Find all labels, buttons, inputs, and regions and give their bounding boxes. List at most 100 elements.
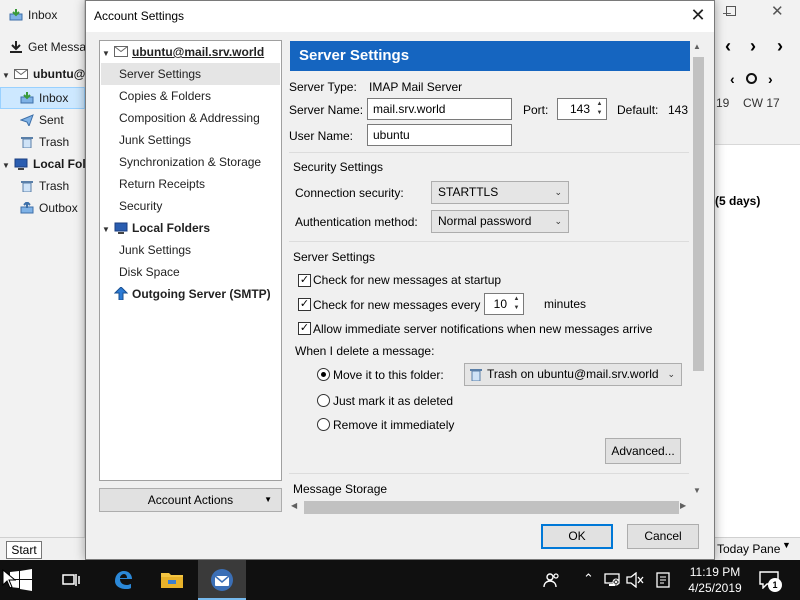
ok-button[interactable]: OK	[541, 524, 613, 549]
allow-notifications-checkbox[interactable]: ✓	[298, 322, 311, 335]
prev-week-icon[interactable]: ‹	[730, 71, 735, 87]
pane-header: Server Settings	[290, 41, 690, 71]
delete-message-label: When I delete a message:	[295, 344, 435, 358]
server-name-label: Server Name:	[289, 103, 364, 117]
port-field[interactable]: 143 ▲ ▼	[557, 98, 607, 120]
next-nav-icon[interactable]: ›	[750, 36, 756, 57]
move-to-folder-radio[interactable]	[317, 368, 330, 381]
people-icon[interactable]	[543, 571, 561, 589]
authentication-method-select[interactable]: Normal password ⌄	[431, 210, 569, 233]
today-pane-toggle[interactable]: Today Pane	[717, 542, 780, 556]
folder-inbox[interactable]: Inbox	[20, 87, 68, 109]
advanced-button[interactable]: Advanced...	[605, 438, 681, 464]
tree-synchronization-storage[interactable]: Synchronization & Storage	[119, 151, 261, 173]
scroll-down-icon[interactable]: ▼	[693, 486, 701, 495]
check-every-checkbox[interactable]: ✓	[298, 298, 311, 311]
tree-junk-settings[interactable]: Junk Settings	[119, 129, 191, 151]
tree-server-settings[interactable]: Server Settings	[101, 63, 280, 85]
radio-selected-dot	[321, 372, 326, 377]
authentication-method-label: Authentication method:	[295, 215, 418, 229]
folder-local-trash[interactable]: Trash	[20, 175, 69, 197]
today-icon[interactable]	[746, 73, 757, 84]
dialog-title-bar: Account Settings ✕	[86, 1, 714, 32]
next-week-icon[interactable]: ›	[768, 71, 773, 87]
mail-account-icon	[14, 69, 28, 79]
check-startup-label: Check for new messages at startup	[313, 273, 502, 287]
user-name-field[interactable]: ubuntu	[367, 124, 512, 146]
chevron-up-icon[interactable]: ⌃	[583, 571, 594, 587]
folder-sent[interactable]: Sent	[20, 109, 64, 131]
folder-trash[interactable]: Trash	[20, 131, 69, 153]
calendar-week-label: CW 17	[743, 96, 780, 110]
close-icon[interactable]: ✕	[686, 5, 710, 27]
tree-return-receipts[interactable]: Return Receipts	[119, 173, 205, 195]
clock-date: 4/25/2019	[688, 581, 742, 595]
remove-immediately-label: Remove it immediately	[333, 418, 455, 432]
tree-disk-space[interactable]: Disk Space	[119, 261, 180, 283]
trash-folder-select[interactable]: Trash on ubuntu@mail.srv.world ⌄	[464, 363, 682, 386]
default-port-label: Default:	[617, 103, 659, 117]
task-view-icon[interactable]	[61, 570, 81, 590]
file-explorer-icon[interactable]	[160, 568, 184, 592]
events-days-label: (5 days)	[715, 194, 761, 208]
forward-nav-icon[interactable]: ›	[777, 36, 783, 57]
mark-deleted-radio[interactable]	[317, 394, 330, 407]
today-pane-arrow-icon[interactable]: ▼	[782, 540, 791, 550]
server-type-label: Server Type:	[289, 80, 357, 94]
local-folders-icon	[14, 158, 28, 170]
spinner-icon[interactable]: ▲ ▼	[594, 100, 605, 118]
tree-account-ubuntu[interactable]: ▼ ubuntu@mail.srv.world	[102, 41, 280, 63]
taskbar: ⌃ 11:19 PM 4/25/2019 1	[0, 560, 800, 600]
chevron-down-icon: ⌄	[554, 187, 562, 197]
sent-icon	[20, 114, 34, 126]
prev-nav-icon[interactable]: ‹	[725, 36, 731, 57]
outbox-icon	[20, 202, 34, 214]
tree-security[interactable]: Security	[119, 195, 162, 217]
trash-icon	[470, 369, 482, 381]
local-folders-icon	[114, 222, 128, 234]
check-minutes-field[interactable]: 10 ▲ ▼	[484, 293, 524, 315]
mark-deleted-label: Just mark it as deleted	[333, 394, 454, 408]
network-icon[interactable]	[604, 573, 620, 587]
restore-window-icon[interactable]	[726, 6, 736, 16]
edge-browser-icon[interactable]	[111, 568, 135, 592]
minutes-label: minutes	[544, 297, 587, 311]
collapse-icon: ▼	[2, 71, 10, 80]
vertical-scroll-thumb[interactable]	[693, 57, 704, 371]
mouse-cursor-icon	[2, 569, 16, 589]
action-center-ink-icon[interactable]	[656, 572, 670, 588]
thunderbird-taskbar-button[interactable]	[198, 560, 246, 600]
get-messages-icon	[10, 41, 22, 53]
server-settings-pane: Server Settings Server Type: IMAP Mail S…	[289, 40, 707, 496]
taskbar-clock[interactable]: 11:19 PM 4/25/2019	[680, 564, 750, 596]
close-window-icon[interactable]: ✕	[771, 2, 784, 20]
folder-outbox[interactable]: Outbox	[20, 197, 78, 219]
account-actions-button[interactable]: Account Actions ▼	[99, 488, 282, 512]
folder-account-ubuntu[interactable]: ▼ubuntu@mail.srv.world	[2, 63, 85, 85]
scroll-right-icon[interactable]: ▶	[680, 501, 686, 510]
security-group-divider	[289, 152, 689, 153]
volume-icon[interactable]	[626, 572, 644, 588]
check-startup-checkbox[interactable]: ✓	[298, 274, 311, 287]
remove-immediately-radio[interactable]	[317, 418, 330, 431]
horizontal-scroll-thumb[interactable]	[304, 501, 679, 514]
scroll-left-icon[interactable]: ◀	[291, 501, 297, 510]
collapse-icon: ▼	[2, 161, 10, 170]
folder-local-folders[interactable]: ▼Local Folders	[2, 153, 85, 175]
tree-copies-folders[interactable]: Copies & Folders	[119, 85, 211, 107]
tree-local-folders[interactable]: ▼ Local Folders	[102, 217, 210, 239]
tab-inbox[interactable]: Inbox	[9, 4, 57, 26]
spinner-icon[interactable]: ▲ ▼	[511, 295, 522, 313]
tree-outgoing-server[interactable]: Outgoing Server (SMTP)	[102, 283, 271, 305]
tree-local-junk-settings[interactable]: Junk Settings	[119, 239, 191, 261]
thunderbird-icon	[211, 569, 233, 591]
dropdown-arrow-icon: ▼	[264, 495, 272, 504]
storage-group-divider	[289, 473, 689, 474]
connection-security-select[interactable]: STARTTLS ⌄	[431, 181, 569, 204]
cancel-button[interactable]: Cancel	[627, 524, 699, 549]
default-port-value: 143	[668, 103, 689, 117]
scroll-up-icon[interactable]: ▲	[693, 42, 701, 51]
server-name-field[interactable]: mail.srv.world	[367, 98, 512, 120]
calendar-pane-header	[715, 0, 800, 145]
tree-composition-addressing[interactable]: Composition & Addressing	[119, 107, 260, 129]
